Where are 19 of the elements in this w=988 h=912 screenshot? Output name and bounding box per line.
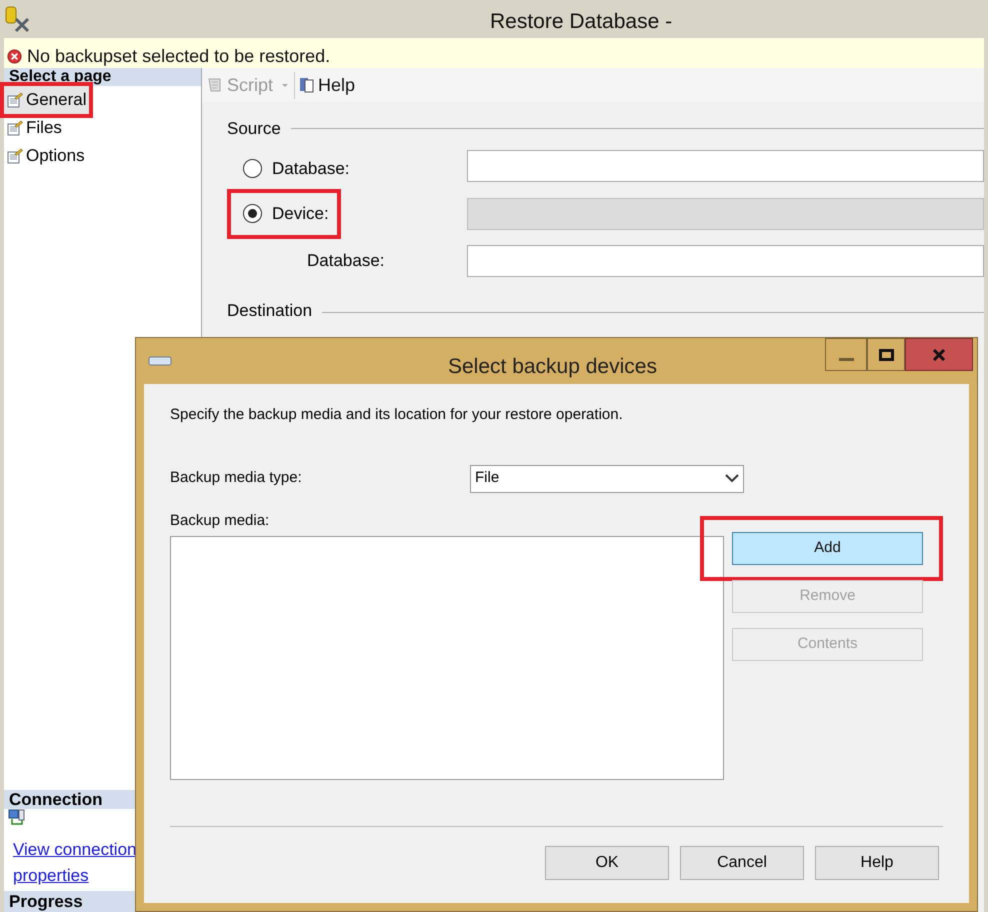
media-type-dropdown[interactable]: File: [470, 464, 744, 492]
sidebar-item[interactable]: Options: [4, 142, 88, 170]
dialog-button[interactable]: OK: [545, 846, 669, 880]
sidebar-item[interactable]: Files: [4, 114, 65, 142]
section-header: Select a page: [4, 68, 201, 86]
database-label: Database:: [306, 250, 386, 272]
dialog-title: Select backup devices: [448, 354, 657, 380]
media-label: Backup media:: [170, 510, 270, 530]
instruction-text: Specify the backup media and its location for your restore operation.: [170, 405, 624, 425]
error-message: No backupset selected to be restored.: [27, 46, 330, 66]
dialog-button[interactable]: Cancel: [680, 846, 804, 880]
group-title: Destination: [227, 300, 312, 316]
media-type-label: Backup media type:: [170, 468, 303, 488]
dialog-button[interactable]: Add: [732, 532, 923, 565]
dialog-button[interactable]: Help: [815, 846, 939, 880]
window-title: Restore Database -: [490, 9, 672, 35]
group-title: Source: [227, 118, 281, 140]
help-button[interactable]: Help: [294, 72, 356, 98]
sidebar-item[interactable]: General: [4, 86, 90, 114]
